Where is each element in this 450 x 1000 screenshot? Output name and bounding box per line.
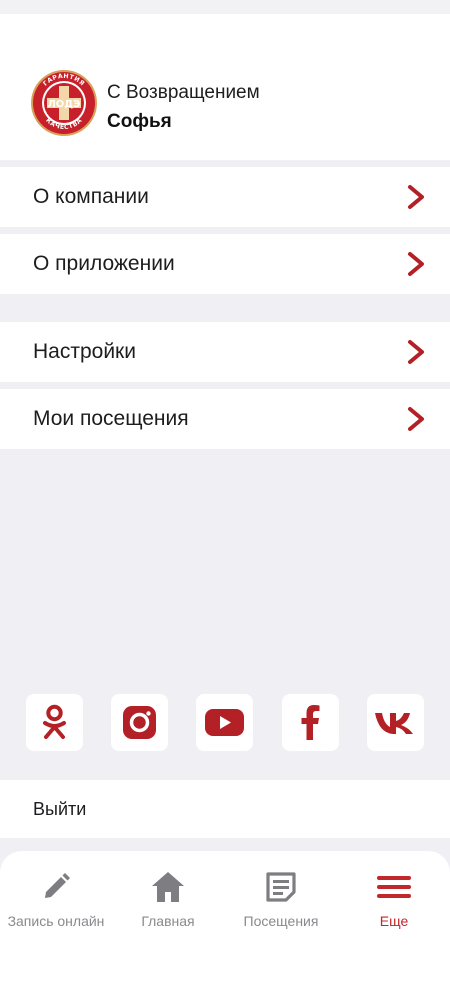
facebook-button[interactable] [282, 694, 339, 751]
tab-label: Еще [379, 913, 409, 929]
menu-icon [376, 869, 412, 905]
instagram-button[interactable] [111, 694, 168, 751]
status-bar-area [0, 0, 450, 14]
logout-button[interactable]: Выйти [0, 780, 450, 838]
menu-item-label: О компании [33, 185, 149, 208]
chevron-right-icon [406, 184, 426, 210]
menu-item-label: Мои посещения [33, 407, 189, 430]
lodz-logo-icon: ГАРАНТИЯ КАЧЕСТВА ЛОДЭ [30, 69, 98, 137]
social-links [0, 694, 450, 752]
youtube-icon [205, 709, 244, 736]
menu-item-about-app[interactable]: О приложении [0, 234, 450, 294]
tab-visits[interactable]: Посещения [225, 869, 337, 939]
menu-item-label: О приложении [33, 252, 175, 275]
tab-more[interactable]: Еще [338, 869, 450, 939]
menu-item-settings[interactable]: Настройки [0, 322, 450, 382]
vk-button[interactable] [367, 694, 424, 751]
greeting-text: С Возвращением [107, 82, 260, 103]
menu-item-about-company[interactable]: О компании [0, 167, 450, 227]
chevron-right-icon [406, 339, 426, 365]
chevron-right-icon [406, 406, 426, 432]
svg-text:ЛОДЭ: ЛОДЭ [47, 99, 80, 110]
tab-online-booking[interactable]: Запись онлайн [0, 869, 112, 939]
pencil-icon [38, 869, 74, 905]
odnoklassniki-button[interactable] [26, 694, 83, 751]
instagram-icon [123, 706, 156, 739]
notes-icon [263, 869, 299, 905]
odnoklassniki-icon [43, 704, 66, 739]
vk-icon [375, 713, 413, 734]
menu-item-my-visits[interactable]: Мои посещения [0, 389, 450, 449]
profile-header: ГАРАНТИЯ КАЧЕСТВА ЛОДЭ С Возвращением Со… [0, 14, 450, 160]
more-screen: ГАРАНТИЯ КАЧЕСТВА ЛОДЭ С Возвращением Со… [0, 0, 450, 1000]
youtube-button[interactable] [196, 694, 253, 751]
chevron-right-icon [406, 251, 426, 277]
facebook-icon [301, 705, 320, 740]
home-icon [150, 869, 186, 905]
user-name: Софья [107, 111, 172, 132]
menu-item-label: Настройки [33, 340, 136, 363]
logout-label: Выйти [33, 799, 87, 819]
tab-home[interactable]: Главная [112, 869, 224, 939]
bottom-tab-bar: Запись онлайн Главная Посещения Еще [0, 851, 450, 1000]
